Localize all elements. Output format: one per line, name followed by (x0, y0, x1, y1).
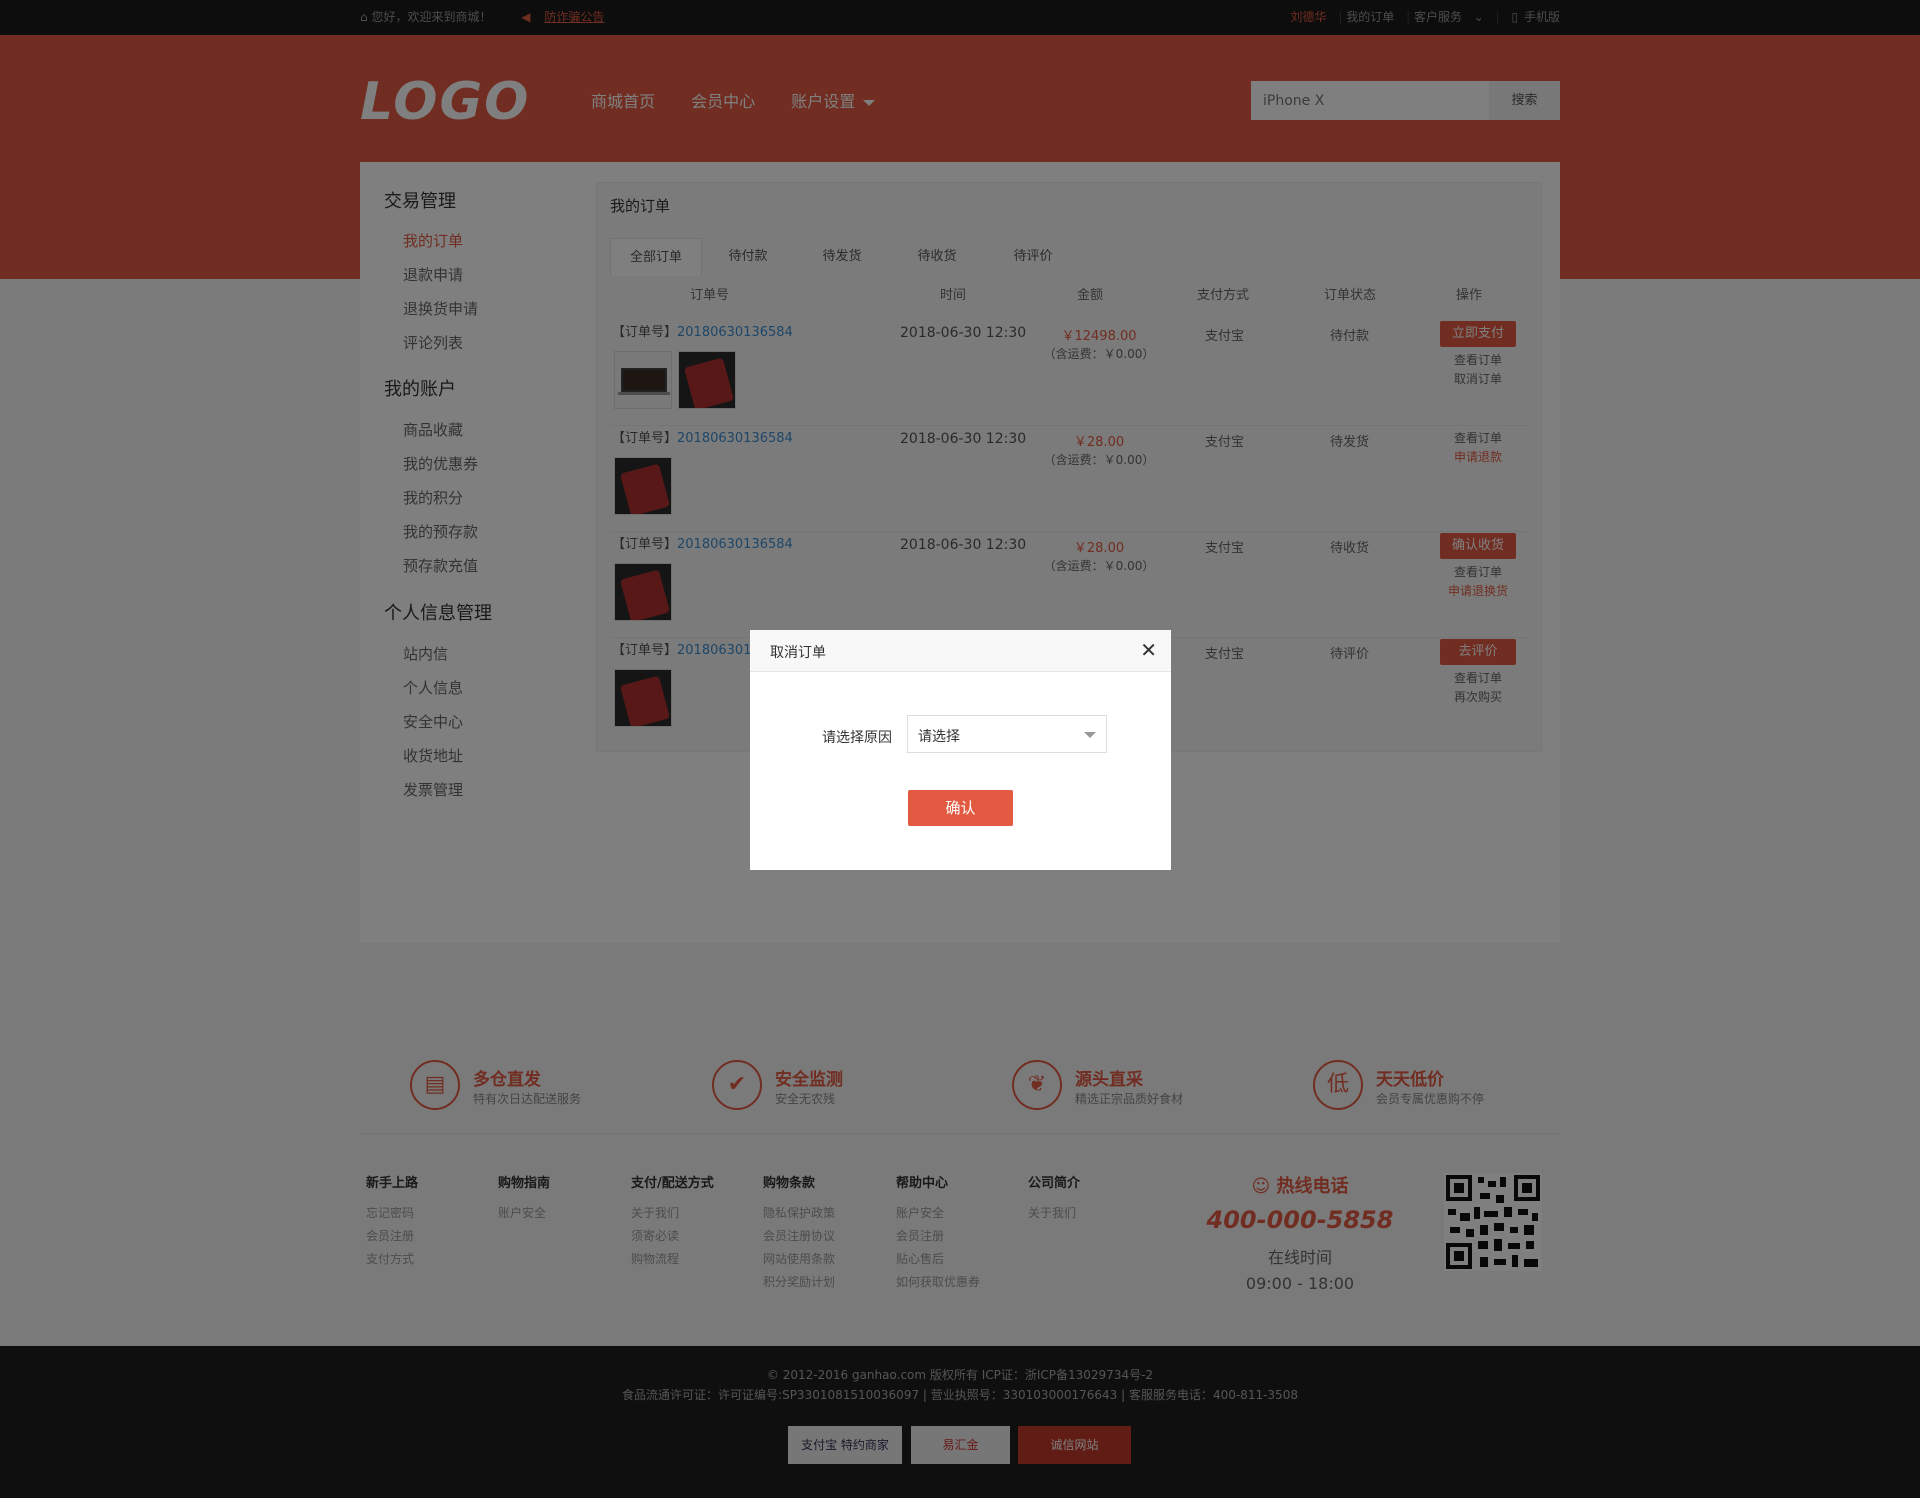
dialog-title: 取消订单 (770, 645, 826, 661)
reason-select-value: 请选择 (918, 729, 960, 745)
chevron-down-icon (1084, 732, 1096, 738)
reason-select[interactable]: 请选择 (907, 715, 1107, 753)
close-icon[interactable]: ✕ (1140, 638, 1157, 662)
reason-label: 请选择原因 (822, 730, 892, 746)
cancel-order-dialog: 取消订单 ✕ 请选择原因 请选择 确认 (750, 630, 1171, 870)
confirm-button[interactable]: 确认 (908, 790, 1013, 826)
